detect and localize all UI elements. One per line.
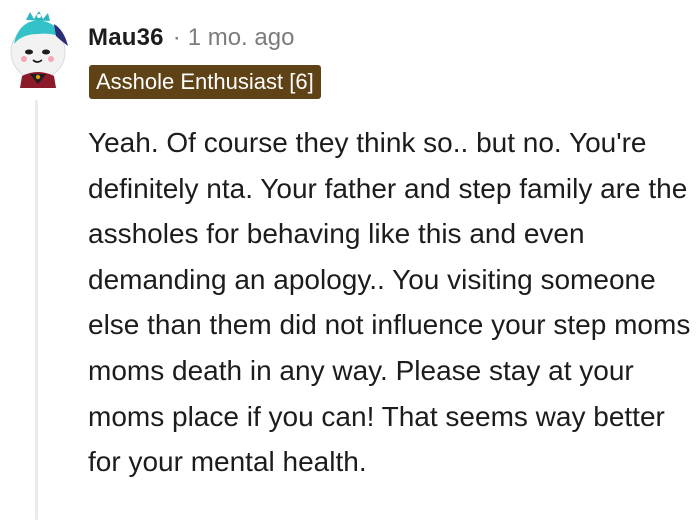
- timestamp-link[interactable]: 1 mo. ago: [188, 24, 295, 52]
- thread-line[interactable]: [35, 100, 38, 520]
- comment: Mau36 · 1 mo. ago Asshole Enthusiast [6]…: [0, 0, 700, 520]
- user-flair: Asshole Enthusiast [6]: [89, 65, 321, 99]
- meta-separator: ·: [172, 24, 181, 51]
- comment-body: Yeah. Of course they think so.. but no. …: [88, 127, 691, 478]
- snoo-avatar-icon[interactable]: [8, 10, 70, 88]
- username-link[interactable]: Mau36: [88, 24, 164, 52]
- comment-meta: Mau36 · 1 mo. ago: [88, 22, 294, 54]
